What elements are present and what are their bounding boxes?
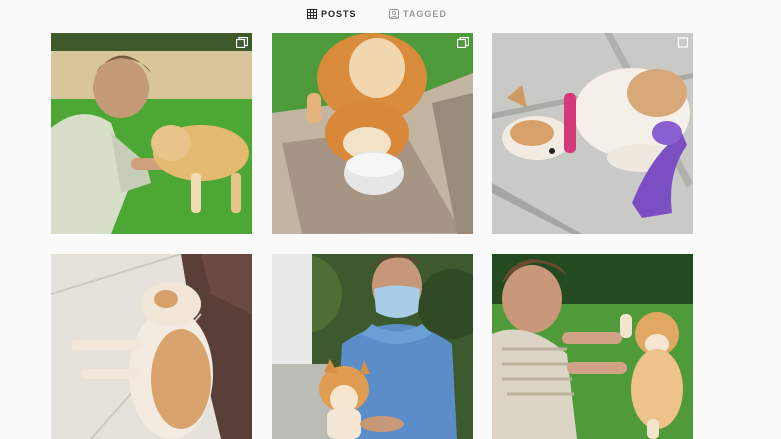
grid-icon	[307, 9, 317, 19]
post-thumbnail[interactable]	[492, 33, 693, 234]
post-thumbnail[interactable]	[51, 33, 252, 234]
carousel-icon	[457, 37, 469, 48]
tab-posts[interactable]: POSTS	[307, 9, 357, 19]
tab-posts-label: POSTS	[321, 9, 357, 19]
post-thumbnail[interactable]	[272, 254, 473, 439]
profile-tabs: POSTS TAGGED	[0, 0, 781, 30]
post-photo-man-in-mask-holding-puppy	[272, 254, 473, 439]
post-photo-puppy-lying-on-floor	[51, 254, 252, 439]
post-photo-puppy-with-bowl	[272, 33, 473, 234]
post-photo-man-playing-with-puppy	[492, 254, 693, 439]
profile-page: POSTS TAGGED	[0, 0, 781, 439]
post-thumbnail[interactable]	[272, 33, 473, 234]
carousel-icon	[236, 37, 248, 48]
tab-tagged-label: TAGGED	[403, 9, 447, 19]
square-icon	[677, 37, 689, 48]
post-photo-puppy-with-toy	[492, 33, 693, 234]
post-thumbnail[interactable]	[51, 254, 252, 439]
tag-icon	[389, 9, 399, 19]
post-thumbnail[interactable]	[492, 254, 693, 439]
post-photo-man-with-puppy	[51, 33, 252, 234]
tab-tagged[interactable]: TAGGED	[389, 9, 447, 19]
